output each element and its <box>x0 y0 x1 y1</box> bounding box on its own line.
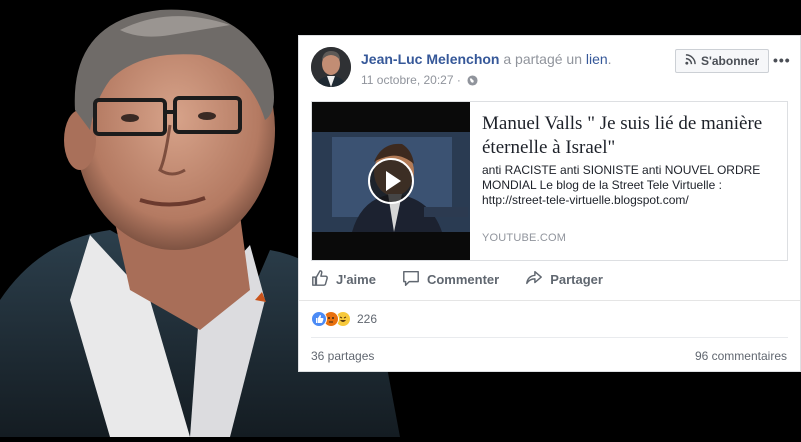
share-button[interactable]: Partager <box>525 269 603 290</box>
post-meta: 11 octobre, 20:27 · <box>361 73 478 87</box>
globe-icon <box>467 74 478 86</box>
post-timestamp[interactable]: 11 octobre, 20:27 · <box>361 73 461 87</box>
like-label: J'aime <box>336 271 376 287</box>
facebook-post-card: Jean-Luc Melenchon a partagé un lien. 11… <box>298 35 801 372</box>
comments-count[interactable]: 96 commentaires <box>695 349 787 363</box>
link-preview[interactable]: Manuel Valls " Je suis lié de manière ét… <box>311 101 788 261</box>
preview-description: anti RACISTE anti SIONISTE anti NOUVEL O… <box>482 163 761 207</box>
more-options-icon[interactable]: ••• <box>773 53 791 67</box>
play-button-icon[interactable] <box>368 158 414 204</box>
comment-button[interactable]: Commenter <box>402 269 499 290</box>
preview-source: YOUTUBE.COM <box>482 232 567 244</box>
footer-divider <box>311 337 788 338</box>
link-word[interactable]: lien <box>586 51 608 67</box>
comment-label: Commenter <box>426 271 500 287</box>
like-reaction-icon <box>311 311 327 327</box>
author-name-link[interactable]: Jean-Luc Melenchon <box>361 51 499 67</box>
post-header-line: Jean-Luc Melenchon a partagé un lien. <box>361 51 612 67</box>
video-thumbnail[interactable] <box>312 102 470 260</box>
reactions-summary[interactable]: 226 <box>311 311 377 327</box>
shares-count[interactable]: 36 partages <box>311 349 374 363</box>
subscribe-label: S'abonner <box>701 54 760 68</box>
thumbs-up-icon <box>311 269 329 290</box>
shared-text: a partagé un <box>499 51 586 67</box>
like-button[interactable]: J'aime <box>311 269 376 290</box>
comment-icon <box>402 269 420 290</box>
period: . <box>607 51 612 67</box>
share-label: Partager <box>550 271 603 287</box>
preview-title[interactable]: Manuel Valls " Je suis lié de manière ét… <box>482 112 782 160</box>
post-actions-bar: J'aime Commenter Partager <box>311 264 788 294</box>
actions-divider <box>299 300 800 301</box>
rss-icon <box>685 54 696 68</box>
author-avatar[interactable] <box>311 47 351 87</box>
share-icon <box>525 269 543 290</box>
reaction-count: 226 <box>357 312 378 326</box>
subscribe-button[interactable]: S'abonner <box>675 49 770 73</box>
